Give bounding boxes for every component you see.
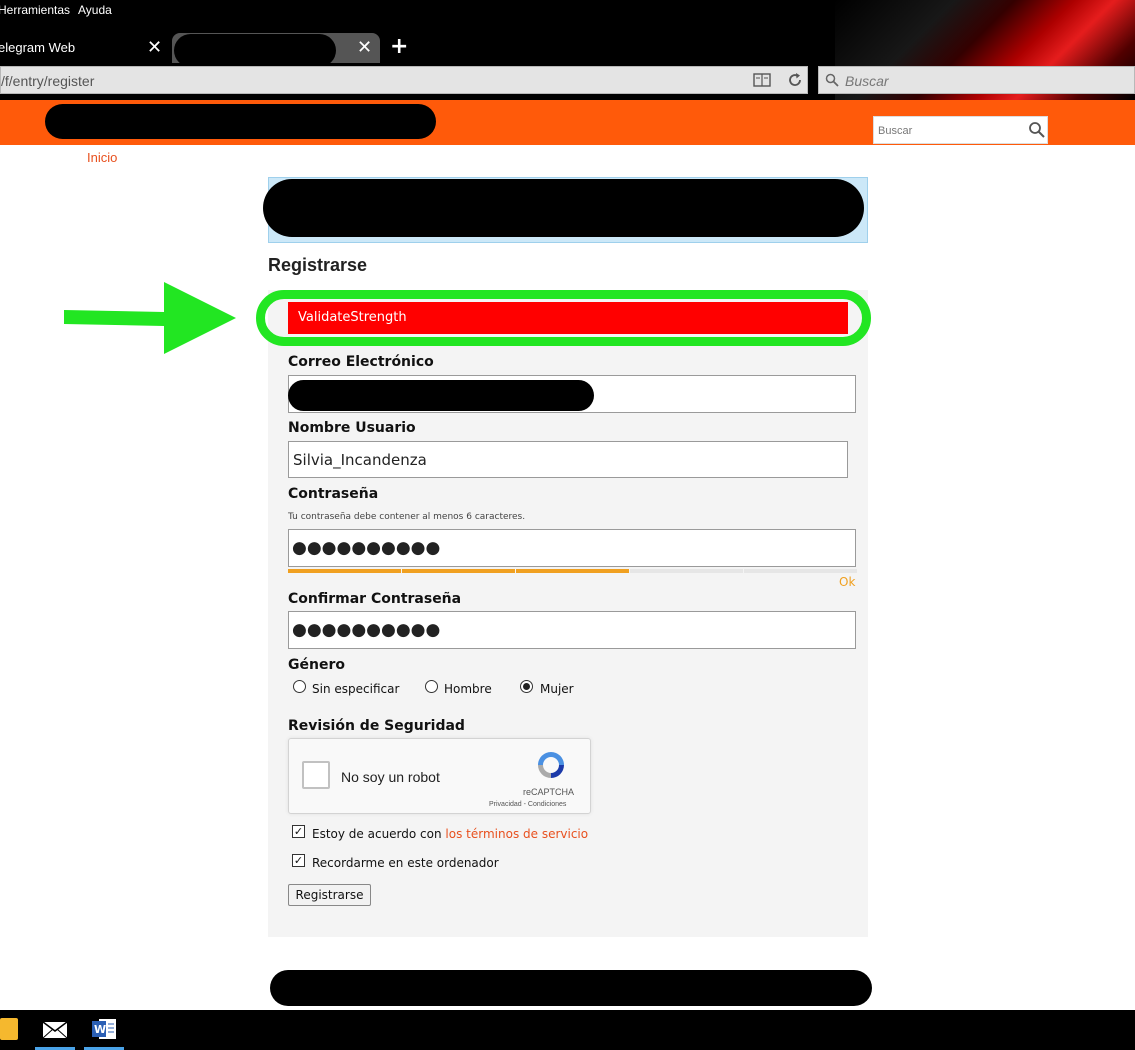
username-label: Nombre Usuario	[288, 420, 416, 436]
gender-label: Género	[288, 657, 345, 673]
menu-ayuda[interactable]: Ayuda	[78, 3, 112, 17]
confirm-password-field[interactable]: ●●●●●●●●●●	[288, 611, 856, 649]
strength-segment	[630, 569, 743, 573]
recaptcha-widget: No soy un robot reCAPTCHA Privacidad - C…	[288, 738, 591, 814]
tab-label: elegram Web	[0, 40, 76, 55]
redacted-site-logo	[45, 104, 436, 139]
recaptcha-links[interactable]: Privacidad - Condiciones	[489, 801, 566, 808]
taskbar: W	[0, 1010, 1135, 1050]
browser-chrome: Herramientas Ayuda elegram Web ✕ ✕ + /f/…	[0, 0, 1135, 100]
redacted-banner-text	[263, 179, 864, 237]
password-masked: ●●●●●●●●●●	[292, 538, 441, 558]
password-hint: Tu contraseña debe contener al menos 6 c…	[288, 512, 526, 522]
gender-radio-unspecified[interactable]	[293, 680, 306, 693]
confirm-password-masked: ●●●●●●●●●●	[292, 620, 441, 640]
remember-label: Recordarme en este ordenador	[312, 856, 499, 870]
redacted-tab-title	[174, 34, 336, 67]
gender-option-label: Mujer	[540, 682, 574, 696]
password-label: Contraseña	[288, 486, 379, 502]
search-icon	[825, 73, 839, 87]
password-field[interactable]: ●●●●●●●●●●	[288, 529, 856, 567]
strength-segment	[288, 569, 401, 573]
terms-checkbox[interactable]: ✓	[292, 825, 305, 838]
search-placeholder: Buscar	[845, 73, 889, 89]
strength-segment	[516, 569, 629, 573]
gender-option-label: Sin especificar	[312, 682, 400, 696]
mail-icon[interactable]	[42, 1018, 68, 1040]
menu-herramientas[interactable]: Herramientas	[0, 3, 70, 17]
terms-label: Estoy de acuerdo con los términos de ser…	[312, 827, 588, 841]
search-icon[interactable]	[1028, 121, 1045, 138]
recaptcha-icon	[538, 752, 564, 778]
plus-icon[interactable]: +	[390, 36, 408, 58]
url-text: /f/entry/register	[1, 73, 95, 89]
word-icon[interactable]: W	[91, 1018, 117, 1040]
reader-icon[interactable]	[753, 73, 771, 87]
username-field[interactable]: Silvia_Incandenza	[288, 441, 848, 478]
register-button[interactable]: Registrarse	[288, 884, 371, 906]
svg-text:W: W	[94, 1023, 106, 1036]
gender-radio-female[interactable]	[520, 680, 533, 693]
page-title: Registrarse	[268, 255, 368, 275]
redacted-email	[288, 380, 594, 411]
redacted-footer	[270, 970, 872, 1006]
tab-active[interactable]: ✕	[172, 33, 380, 67]
email-field[interactable]	[288, 375, 856, 413]
username-value: Silvia_Incandenza	[293, 451, 427, 469]
breadcrumb-home[interactable]: Inicio	[87, 150, 117, 165]
recaptcha-label: No soy un robot	[341, 769, 440, 785]
terms-link[interactable]: los términos de servicio	[445, 827, 588, 841]
reload-icon[interactable]	[787, 72, 803, 88]
site-search-input[interactable]: Buscar	[873, 116, 1048, 144]
annotation-highlight	[256, 290, 871, 346]
gender-option-label: Hombre	[444, 682, 492, 696]
address-bar[interactable]: /f/entry/register	[0, 66, 808, 94]
browser-search[interactable]: Buscar	[818, 66, 1135, 94]
security-label: Revisión de Seguridad	[288, 718, 465, 734]
site-search-placeholder: Buscar	[878, 125, 913, 137]
tab-telegram[interactable]: elegram Web ✕	[0, 33, 170, 63]
terms-prefix: Estoy de acuerdo con	[312, 827, 442, 841]
arrow-icon	[64, 282, 236, 354]
remember-checkbox[interactable]: ✓	[292, 854, 305, 867]
confirm-password-label: Confirmar Contraseña	[288, 591, 462, 607]
strength-segment	[402, 569, 515, 573]
folder-icon[interactable]	[0, 1018, 18, 1040]
info-banner	[263, 177, 868, 243]
recaptcha-checkbox[interactable]	[302, 761, 330, 789]
strength-label: Ok	[839, 575, 856, 589]
gender-radio-male[interactable]	[425, 680, 438, 693]
close-icon[interactable]: ✕	[147, 38, 162, 56]
recaptcha-brand: reCAPTCHA	[523, 787, 575, 797]
strength-segment	[744, 569, 857, 573]
close-icon[interactable]: ✕	[357, 38, 372, 56]
email-label: Correo Electrónico	[288, 354, 434, 370]
